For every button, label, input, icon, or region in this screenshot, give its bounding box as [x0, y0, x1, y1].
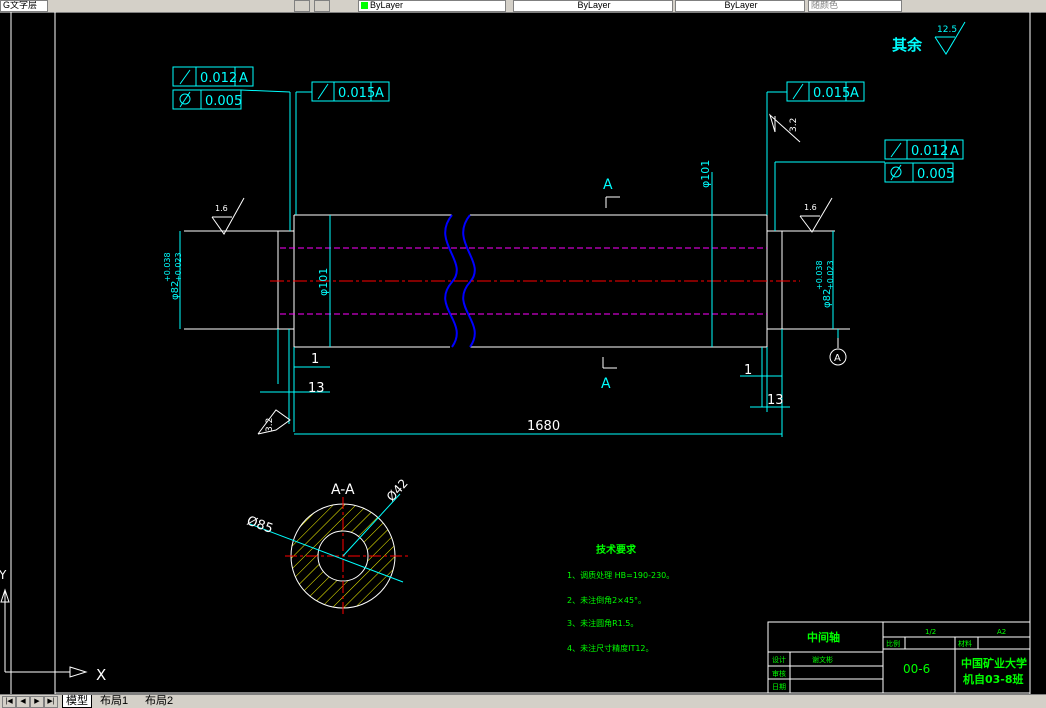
text-style-dropdown[interactable]: G文字层 — [0, 0, 48, 12]
dim-right-dia-text: φ82 — [822, 289, 833, 308]
tech-req-title: 技术要求 — [596, 543, 637, 556]
color-dropdown[interactable]: ByLayer — [358, 0, 506, 12]
datum-label: A — [834, 353, 841, 364]
dim-right-tol-lower: +0.023 — [826, 260, 835, 290]
dim-right-tol-upper: +0.038 — [815, 260, 824, 290]
section-mark-top: A — [603, 177, 613, 193]
title-scale-value: 1/2 — [925, 628, 936, 636]
first-tab-button[interactable]: |◀ — [2, 696, 16, 708]
fcf-right-2-datum: A — [950, 144, 959, 159]
fcf-left-3-value: 0.015 — [338, 86, 375, 101]
section-mark-bottom: A — [601, 376, 611, 392]
color-swatch — [361, 2, 368, 10]
title-material-label: 材料 — [958, 639, 972, 648]
dim-13-right: 13 — [767, 393, 784, 408]
tab-model[interactable]: 模型 — [62, 695, 92, 708]
tech-req-item: 1、调质处理 HB=190-230。 — [567, 570, 674, 580]
section-outer-dia: Ø85 — [245, 514, 275, 537]
title-designer-label: 设计 — [772, 655, 786, 664]
title-university: 中国矿业大学 — [961, 656, 1027, 670]
fcf-right-1-datum: A — [850, 86, 859, 101]
dimension-lines — [179, 172, 839, 437]
title-sheet-value: A2 — [997, 628, 1006, 636]
shaft-body — [184, 214, 850, 348]
lineweight-dropdown[interactable]: ByLayer — [675, 0, 805, 12]
color-value: ByLayer — [370, 0, 404, 10]
section-inner-dia: Ø42 — [384, 476, 411, 504]
ucs-icon — [0, 588, 88, 678]
fcf-left-2-value: 0.005 — [205, 94, 242, 109]
tech-req-item: 4、未注尺寸精度IT12。 — [567, 643, 654, 653]
fcf-right-1-value: 0.015 — [813, 86, 850, 101]
roughness-other-value: 12.5 — [937, 25, 957, 35]
ucs-x-label: X — [96, 666, 106, 684]
section-cut-marker-bottom: A — [601, 357, 617, 392]
fcf-left-1-datum: A — [239, 71, 248, 86]
datum-symbol: A — [829, 338, 847, 366]
roughness-left-value: 1.6 — [215, 204, 228, 213]
tech-req-item: 3、未注圆角R1.5。 — [567, 618, 638, 628]
fcf-right-upper — [766, 81, 865, 215]
roughness-32-bottom-value: 3.2 — [265, 418, 275, 432]
dim-1-right: 1 — [744, 363, 752, 378]
roughness-other-label: 其余 — [892, 36, 923, 54]
tab-layout2[interactable]: 布局2 — [145, 695, 173, 707]
section-view-title: A-A — [331, 482, 355, 498]
layout-tab-bar: |◀ ◀ ▶ ▶| 模型 布局1 布局2 — [0, 694, 1046, 708]
section-cut-marker-top: A — [603, 177, 620, 208]
fcf-left-upper — [172, 66, 291, 231]
fcf-left-3-datum: A — [375, 86, 384, 101]
drawing-canvas[interactable]: X Y 其余 12.5 φ82 +0.038 +0.023 φ82 +0.038… — [0, 12, 1046, 694]
title-part-name: 中间轴 — [807, 630, 840, 644]
dim-total-length: 1680 — [527, 419, 560, 434]
layer-previous-button[interactable] — [314, 0, 330, 12]
fcf-left-middle — [295, 81, 390, 215]
dim-left-tol-lower: +0.023 — [174, 252, 183, 282]
next-tab-button[interactable]: ▶ — [30, 696, 44, 708]
roughness-32-top-value: 3.2 — [789, 118, 799, 132]
fcf-right-2-value: 0.012 — [911, 144, 948, 159]
dim-1-left: 1 — [311, 352, 319, 367]
tab-layout1[interactable]: 布局1 — [100, 695, 128, 707]
title-class: 机自03-8班 — [963, 672, 1024, 686]
title-date-label: 日期 — [772, 683, 786, 691]
drawing-frame — [10, 12, 1031, 694]
fcf-right-3-value: 0.005 — [917, 167, 954, 182]
dim-left-tol-upper: +0.038 — [163, 252, 172, 282]
roughness-right-value: 1.6 — [804, 203, 817, 212]
ucs-y-label: Y — [0, 568, 7, 582]
title-scale-label: 比例 — [886, 639, 900, 648]
dim-left-dia-text: φ82 — [170, 281, 181, 300]
dim-13-left: 13 — [308, 381, 325, 396]
title-drawing-number: 00-6 — [903, 662, 930, 676]
section-view — [249, 493, 410, 615]
tech-requirements: 技术要求 1、调质处理 HB=190-230。 2、未注倒角2×45°。 3、未… — [567, 543, 674, 653]
dim-body-diameter: φ101 — [317, 268, 330, 296]
dim-left-diameter: φ82 +0.038 +0.023 — [163, 252, 183, 300]
title-designer-name: 谢文彬 — [812, 655, 833, 664]
prev-tab-button[interactable]: ◀ — [16, 696, 30, 708]
tech-req-item: 2、未注倒角2×45°。 — [567, 595, 646, 605]
dim-right-diameter: φ82 +0.038 +0.023 — [815, 260, 835, 308]
dim-body-top-diameter: φ101 — [699, 160, 712, 188]
last-tab-button[interactable]: ▶| — [44, 696, 58, 708]
linetype-dropdown[interactable]: ByLayer — [513, 0, 673, 12]
title-checker-label: 审核 — [772, 669, 786, 678]
plotstyle-dropdown[interactable]: 随颜色 — [808, 0, 902, 12]
fcf-left-1-value: 0.012 — [200, 71, 237, 86]
layer-tool-button[interactable] — [294, 0, 310, 12]
